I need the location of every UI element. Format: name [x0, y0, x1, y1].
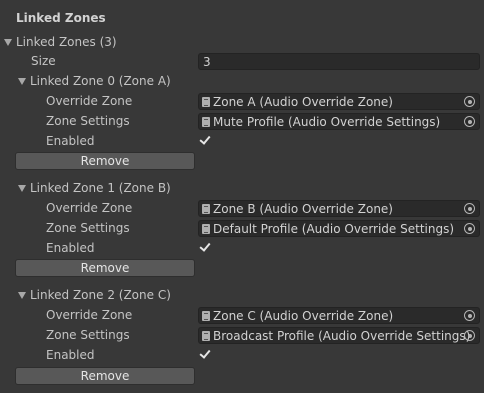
linked-zones-foldout[interactable]: Linked Zones (3) — [4, 35, 117, 49]
triangle-down-icon — [18, 77, 26, 85]
triangle-down-icon — [18, 184, 26, 192]
object-picker-icon[interactable] — [464, 310, 475, 321]
linked-zone-1-foldout[interactable]: Linked Zone 1 (Zone B) — [18, 181, 171, 195]
linked-zone-2-foldout[interactable]: Linked Zone 2 (Zone C) — [18, 288, 171, 302]
linked-zones-label: Linked Zones (3) — [16, 35, 117, 49]
zone-settings-value: Broadcast Profile (Audio Override Settin… — [213, 329, 471, 343]
zone-settings-value: Default Profile (Audio Override Settings… — [213, 222, 455, 236]
override-zone-field[interactable]: Zone C (Audio Override Zone) — [198, 307, 480, 324]
override-zone-label: Override Zone — [46, 94, 133, 108]
override-zone-value: Zone B (Audio Override Zone) — [213, 202, 393, 216]
section-header: Linked Zones — [16, 11, 106, 25]
zone-settings-value: Mute Profile (Audio Override Settings) — [213, 115, 441, 129]
override-zone-label: Override Zone — [46, 308, 133, 322]
override-zone-field[interactable]: Zone A (Audio Override Zone) — [198, 93, 480, 110]
enabled-checkbox[interactable] — [198, 241, 212, 255]
object-picker-icon[interactable] — [464, 203, 475, 214]
enabled-label: Enabled — [46, 134, 95, 148]
document-icon — [202, 117, 210, 127]
object-picker-icon[interactable] — [464, 116, 475, 127]
enabled-checkbox[interactable] — [198, 134, 212, 148]
object-picker-icon[interactable] — [464, 96, 475, 107]
zone-settings-field[interactable]: Mute Profile (Audio Override Settings) — [198, 113, 480, 130]
override-zone-field[interactable]: Zone B (Audio Override Zone) — [198, 200, 480, 217]
remove-button[interactable]: Remove — [15, 367, 195, 385]
document-icon — [202, 224, 210, 234]
object-picker-icon[interactable] — [464, 223, 475, 234]
document-icon — [202, 97, 210, 107]
document-icon — [202, 204, 210, 214]
zone-settings-field[interactable]: Broadcast Profile (Audio Override Settin… — [198, 327, 480, 344]
linked-zone-0-foldout[interactable]: Linked Zone 0 (Zone A) — [18, 74, 171, 88]
document-icon — [202, 311, 210, 321]
enabled-label: Enabled — [46, 348, 95, 362]
remove-button[interactable]: Remove — [15, 259, 195, 277]
remove-button[interactable]: Remove — [15, 152, 195, 170]
zone-settings-label: Zone Settings — [46, 221, 130, 235]
zone-settings-field[interactable]: Default Profile (Audio Override Settings… — [198, 220, 480, 237]
override-zone-value: Zone C (Audio Override Zone) — [213, 309, 394, 323]
linked-zone-title: Linked Zone 2 (Zone C) — [30, 288, 171, 302]
enabled-checkbox[interactable] — [198, 348, 212, 362]
override-zone-label: Override Zone — [46, 201, 133, 215]
zone-settings-label: Zone Settings — [46, 114, 130, 128]
size-value: 3 — [203, 55, 211, 69]
linked-zone-title: Linked Zone 1 (Zone B) — [30, 181, 171, 195]
enabled-label: Enabled — [46, 241, 95, 255]
triangle-down-icon — [18, 291, 26, 299]
object-picker-icon[interactable] — [464, 330, 475, 341]
override-zone-value: Zone A (Audio Override Zone) — [213, 95, 393, 109]
document-icon — [202, 331, 210, 341]
linked-zone-title: Linked Zone 0 (Zone A) — [30, 74, 171, 88]
size-label: Size — [31, 54, 56, 68]
size-field[interactable]: 3 — [198, 53, 480, 70]
zone-settings-label: Zone Settings — [46, 328, 130, 342]
triangle-down-icon — [4, 38, 12, 46]
